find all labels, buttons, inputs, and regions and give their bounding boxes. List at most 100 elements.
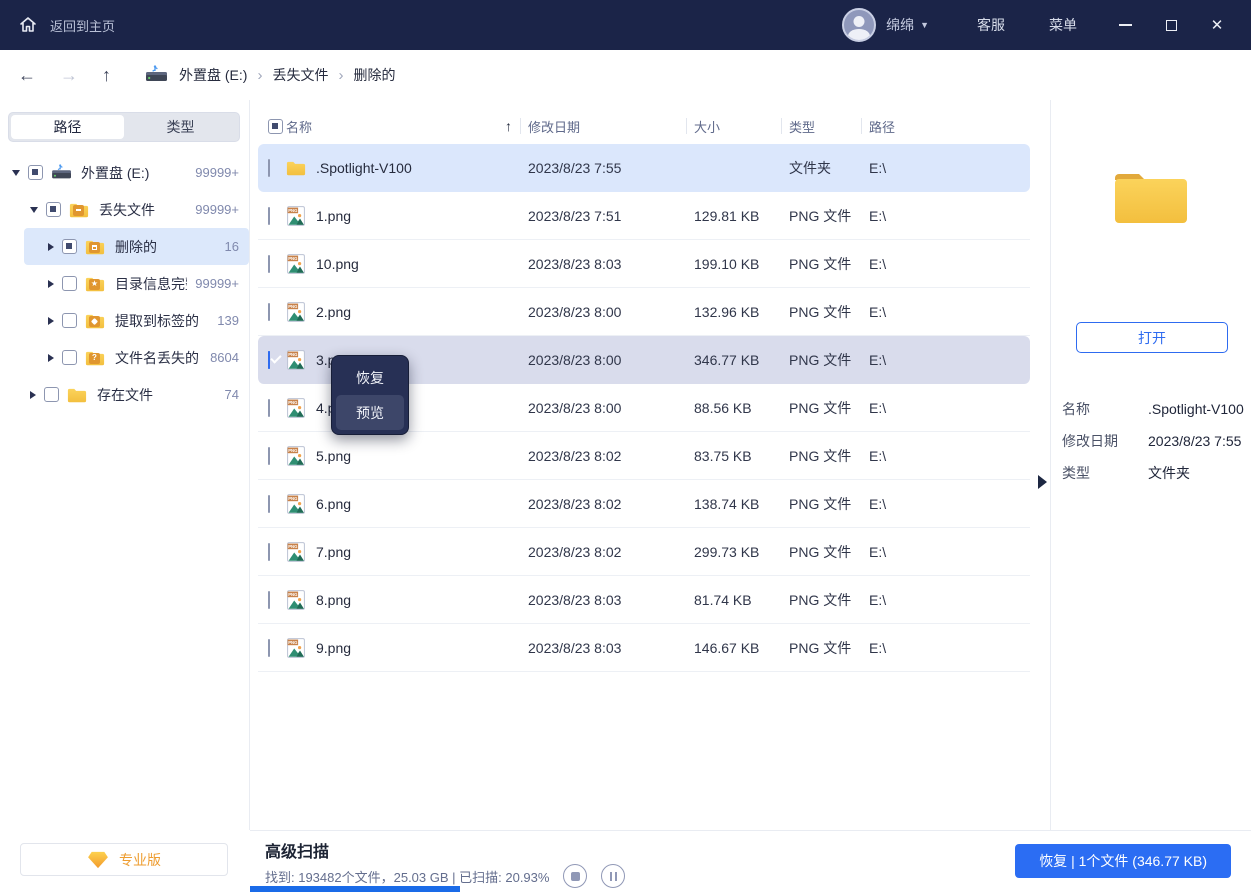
- sidebar-item-lost-files[interactable]: 丢失文件 99999+: [0, 191, 249, 228]
- table-row[interactable]: 7.png 2023/8/23 8:02 299.73 KB PNG 文件 E:…: [258, 528, 1030, 576]
- upgrade-pro-button[interactable]: 专业版: [20, 843, 228, 876]
- sidebar-item-extracted-tags[interactable]: 提取到标签的 139: [0, 302, 249, 339]
- row-checkbox[interactable]: [268, 543, 270, 561]
- sidebar-item-deleted[interactable]: 删除的 16: [24, 228, 249, 265]
- folder-icon: [286, 158, 306, 178]
- up-icon[interactable]: ↑: [102, 66, 111, 84]
- tree-checkbox[interactable]: [62, 350, 77, 365]
- chevron-collapsed-icon[interactable]: [30, 391, 36, 399]
- row-checkbox[interactable]: [268, 591, 270, 609]
- table-row[interactable]: 9.png 2023/8/23 8:03 146.67 KB PNG 文件 E:…: [258, 624, 1030, 672]
- open-button[interactable]: 打开: [1076, 322, 1228, 353]
- folder-minus-icon: [69, 201, 91, 219]
- row-checkbox[interactable]: [268, 255, 270, 273]
- scan-progress-fill: [250, 886, 460, 892]
- table-row[interactable]: 5.png 2023/8/23 8:02 83.75 KB PNG 文件 E:\: [258, 432, 1030, 480]
- context-menu-item-preview[interactable]: 预览: [336, 395, 404, 430]
- table-row[interactable]: .Spotlight-V100 2023/8/23 7:55 文件夹 E:\: [258, 144, 1030, 192]
- column-type[interactable]: 类型: [781, 108, 861, 144]
- pause-scan-button[interactable]: [601, 864, 625, 888]
- sidebar-item-filename-lost[interactable]: ? 文件名丢失的 8604: [0, 339, 249, 376]
- sidebar-item-existing-files[interactable]: 存在文件 74: [0, 376, 249, 413]
- column-size[interactable]: 大小: [686, 108, 781, 144]
- row-checkbox[interactable]: [268, 303, 270, 321]
- breadcrumb-item-lost-files[interactable]: 丢失文件: [272, 65, 328, 85]
- breadcrumb-item-drive[interactable]: 外置盘 (E:): [179, 65, 247, 85]
- avatar-person-icon: [848, 29, 870, 42]
- row-checkbox[interactable]: [268, 447, 270, 465]
- avatar[interactable]: [842, 8, 876, 42]
- chevron-collapsed-icon[interactable]: [48, 243, 54, 251]
- row-checkbox[interactable]: [268, 159, 270, 177]
- file-date: 2023/8/23 8:00: [520, 400, 686, 416]
- file-type: 文件夹: [781, 158, 861, 178]
- png-file-icon: [286, 206, 306, 226]
- tree-checkbox[interactable]: [46, 202, 61, 217]
- row-checkbox[interactable]: [268, 207, 270, 225]
- row-checkbox[interactable]: [268, 351, 270, 369]
- forward-icon[interactable]: →: [60, 66, 78, 84]
- nav-arrows: ← → ↑: [18, 50, 111, 100]
- back-to-home-link[interactable]: 返回到主页: [50, 16, 115, 35]
- minimize-button[interactable]: [1105, 5, 1145, 45]
- file-size: 146.67 KB: [686, 640, 781, 656]
- sidebar-item-directory-complete[interactable]: ★ 目录信息完整的 99999+: [0, 265, 249, 302]
- sidebar-item-external-drive[interactable]: 外置盘 (E:) 99999+: [0, 154, 249, 191]
- pause-icon: [610, 872, 612, 881]
- panel-collapse-handle-icon[interactable]: [1038, 475, 1047, 489]
- table-row[interactable]: 10.png 2023/8/23 8:03 199.10 KB PNG 文件 E…: [258, 240, 1030, 288]
- chevron-collapsed-icon[interactable]: [48, 317, 54, 325]
- chevron-expand-icon[interactable]: [12, 170, 20, 176]
- home-icon[interactable]: [18, 15, 38, 35]
- file-path: E:\: [861, 496, 1030, 512]
- chevron-expand-icon[interactable]: [30, 207, 38, 213]
- tree-checkbox[interactable]: [28, 165, 43, 180]
- context-menu-item-recover[interactable]: 恢复: [336, 360, 404, 395]
- tree-item-count: 16: [225, 239, 239, 254]
- column-date[interactable]: 修改日期: [520, 108, 686, 144]
- file-type: PNG 文件: [781, 398, 861, 418]
- breadcrumb-item-deleted[interactable]: 删除的: [353, 65, 395, 85]
- sidebar-tab-toggle: 路径 类型: [8, 112, 240, 142]
- file-date: 2023/8/23 7:51: [520, 208, 686, 224]
- file-size: 199.10 KB: [686, 256, 781, 272]
- row-checkbox[interactable]: [268, 399, 270, 417]
- tab-path[interactable]: 路径: [11, 115, 124, 139]
- file-table: 名称 ↑ 修改日期 大小 类型 路径 .Spotlight-V100 2023/…: [251, 100, 1050, 830]
- chevron-collapsed-icon[interactable]: [48, 280, 54, 288]
- tree-item-count: 99999+: [195, 276, 239, 291]
- back-icon[interactable]: ←: [18, 66, 36, 84]
- table-row[interactable]: 1.png 2023/8/23 7:51 129.81 KB PNG 文件 E:…: [258, 192, 1030, 240]
- row-checkbox[interactable]: [268, 639, 270, 657]
- tree-checkbox[interactable]: [44, 387, 59, 402]
- stop-scan-button[interactable]: [563, 864, 587, 888]
- folder-star-icon: ★: [85, 275, 107, 293]
- recover-button[interactable]: 恢复 | 1个文件 (346.77 KB): [1015, 844, 1231, 878]
- close-button[interactable]: ✕: [1197, 5, 1237, 45]
- row-checkbox[interactable]: [268, 495, 270, 513]
- sort-ascending-icon[interactable]: ↑: [505, 118, 512, 134]
- tree-checkbox[interactable]: [62, 239, 77, 254]
- preview-field-name: 名称 .Spotlight-V100: [1051, 393, 1251, 425]
- png-file-icon: [286, 254, 306, 274]
- toolbar: ← → ↑ 外置盘 (E:) › 丢失文件 › 删除的 筛选 详细信息: [0, 50, 1251, 100]
- file-path: E:\: [861, 160, 1030, 176]
- file-size: 83.75 KB: [686, 448, 781, 464]
- column-path[interactable]: 路径: [861, 108, 1030, 144]
- select-all-checkbox[interactable]: [268, 119, 283, 134]
- menu-link[interactable]: 菜单: [1049, 15, 1077, 35]
- support-link[interactable]: 客服: [977, 15, 1005, 35]
- column-name[interactable]: 名称: [286, 117, 312, 136]
- maximize-button[interactable]: [1151, 5, 1191, 45]
- file-name: .Spotlight-V100: [316, 160, 520, 176]
- user-menu[interactable]: 绵绵 ▼: [886, 15, 929, 35]
- table-row[interactable]: 6.png 2023/8/23 8:02 138.74 KB PNG 文件 E:…: [258, 480, 1030, 528]
- titlebar-right: 绵绵 ▼ 客服 菜单 ✕: [842, 5, 1251, 45]
- chevron-collapsed-icon[interactable]: [48, 354, 54, 362]
- app-window: 返回到主页 绵绵 ▼ 客服 菜单 ✕ ← → ↑ 外置盘 (E:): [0, 0, 1251, 892]
- tree-checkbox[interactable]: [62, 313, 77, 328]
- table-row[interactable]: 8.png 2023/8/23 8:03 81.74 KB PNG 文件 E:\: [258, 576, 1030, 624]
- tab-type[interactable]: 类型: [124, 115, 237, 139]
- table-row[interactable]: 2.png 2023/8/23 8:00 132.96 KB PNG 文件 E:…: [258, 288, 1030, 336]
- tree-checkbox[interactable]: [62, 276, 77, 291]
